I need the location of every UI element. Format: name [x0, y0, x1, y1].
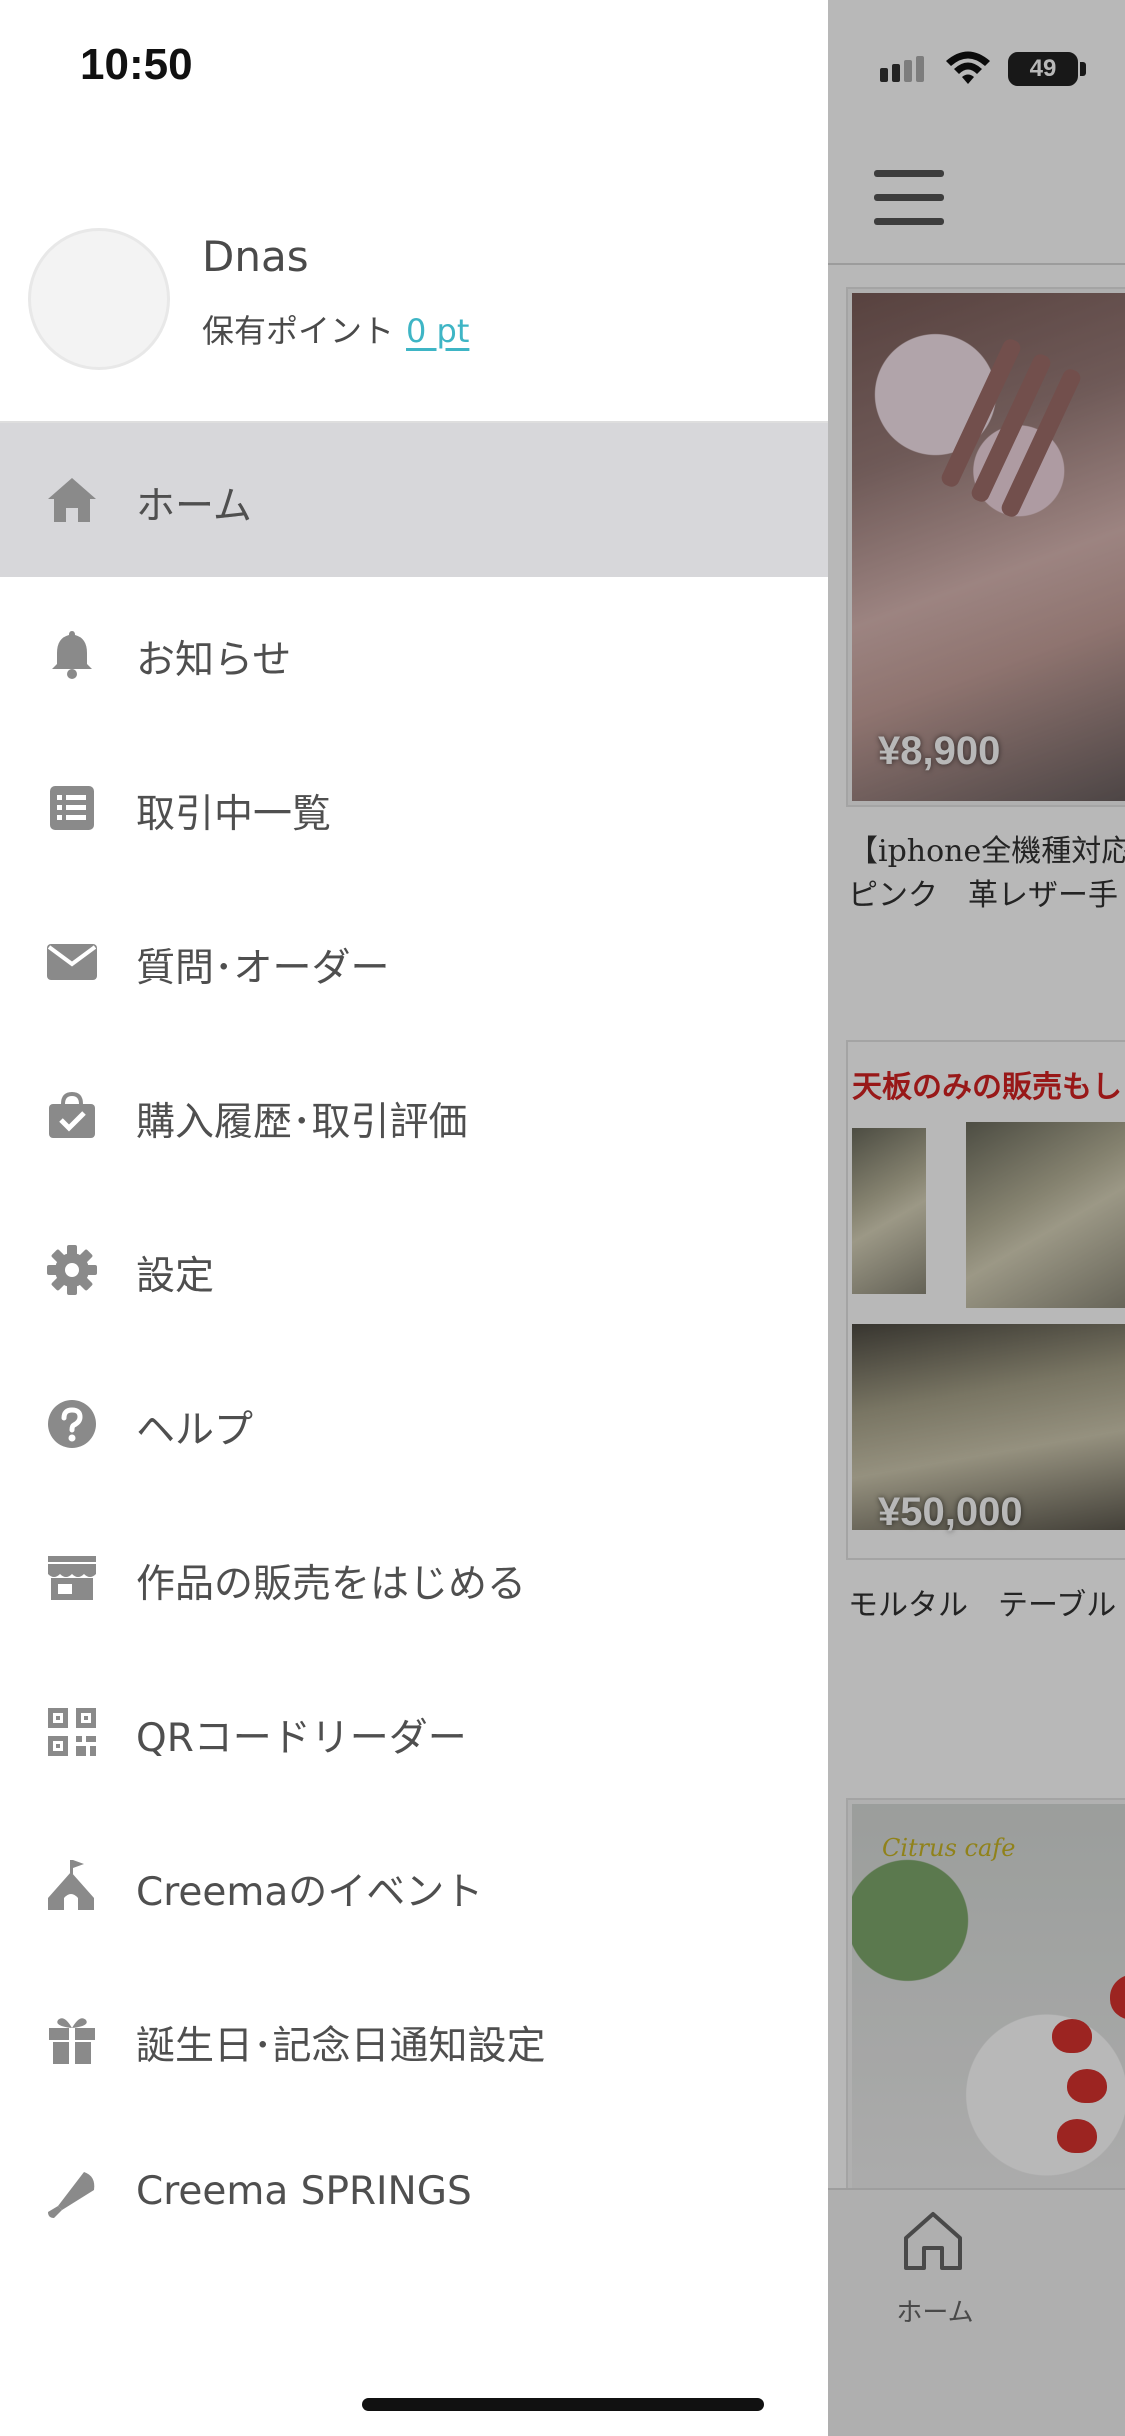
menu-item-birthday-notifications[interactable]: 誕生日･記念日通知設定: [0, 1963, 828, 2117]
menu-item-qr-reader[interactable]: QRコードリーダー: [0, 1655, 828, 1809]
drawer-menu: ホーム お知らせ 取引中一覧 質問･オーダー 購入履歴･取引評価 設定 ヘルプ …: [0, 423, 828, 2271]
gift-icon: [49, 2018, 95, 2064]
status-time: 10:50: [80, 40, 193, 89]
avatar[interactable]: [28, 228, 170, 370]
menu-item-help[interactable]: ヘルプ: [0, 1347, 828, 1501]
megaphone-icon: [48, 2172, 95, 2218]
menu-item-label: 誕生日･記念日通知設定: [136, 2024, 546, 2069]
menu-item-questions-orders[interactable]: 質問･オーダー: [0, 885, 828, 1039]
qr-code-icon: [48, 1708, 96, 1756]
menu-item-label: ヘルプ: [136, 1408, 254, 1453]
help-icon: [48, 1400, 96, 1448]
home-icon: [48, 478, 96, 522]
menu-item-purchase-history[interactable]: 購入履歴･取引評価: [0, 1039, 828, 1193]
menu-item-label: QRコードリーダー: [136, 1716, 467, 1761]
menu-item-label: 購入履歴･取引評価: [136, 1100, 468, 1145]
navigation-drawer: 10:50 Dnas 保有ポイント 0 pt ホーム お知らせ 取引中一覧 質問…: [0, 0, 828, 2436]
home-indicator[interactable]: [362, 2398, 764, 2411]
points-value-link[interactable]: 0 pt: [406, 312, 469, 350]
menu-item-label: ホーム: [136, 484, 252, 529]
menu-item-label: Creema SPRINGS: [136, 2169, 472, 2214]
menu-item-settings[interactable]: 設定: [0, 1193, 828, 1347]
menu-item-transactions[interactable]: 取引中一覧: [0, 731, 828, 885]
menu-item-label: Creemaのイベント: [136, 1870, 484, 1915]
username[interactable]: Dnas: [202, 232, 309, 281]
menu-item-home[interactable]: ホーム: [0, 423, 828, 577]
menu-item-label: お知らせ: [136, 638, 292, 683]
gear-icon: [47, 1245, 97, 1295]
menu-item-start-selling[interactable]: 作品の販売をはじめる: [0, 1501, 828, 1655]
menu-item-notifications[interactable]: お知らせ: [0, 577, 828, 731]
menu-item-creema-springs[interactable]: Creema SPRINGS: [0, 2117, 828, 2271]
mail-icon: [47, 944, 97, 980]
menu-item-label: 質問･オーダー: [136, 946, 390, 991]
bell-icon: [52, 631, 92, 679]
menu-item-label: 取引中一覧: [136, 792, 332, 837]
points-row: 保有ポイント 0 pt: [202, 306, 469, 352]
menu-item-label: 作品の販売をはじめる: [136, 1562, 527, 1607]
list-icon: [50, 786, 94, 830]
store-icon: [48, 1556, 96, 1600]
menu-item-creema-events[interactable]: Creemaのイベント: [0, 1809, 828, 1963]
menu-item-label: 設定: [136, 1254, 215, 1299]
points-label: 保有ポイント: [202, 312, 395, 350]
tent-icon: [48, 1860, 94, 1910]
shopping-bag-check-icon: [49, 1091, 95, 1138]
